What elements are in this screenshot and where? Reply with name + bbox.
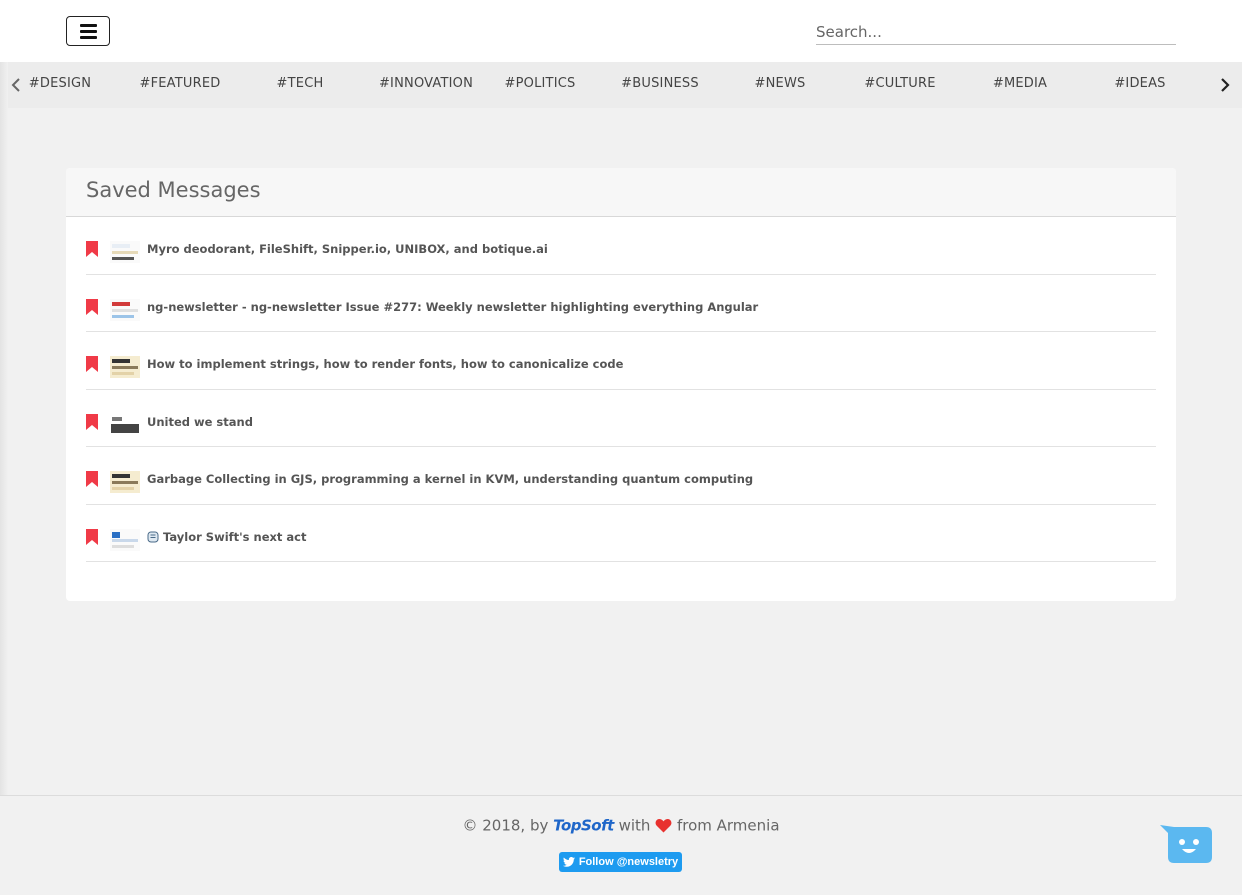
thumbnail-block (112, 308, 138, 312)
thumbnail-block (112, 538, 138, 542)
chat-bot-icon[interactable] (1160, 825, 1214, 865)
tag-culture[interactable]: #CULTURE (840, 76, 960, 91)
hamburger-icon-bar (79, 35, 97, 39)
bookmark-icon[interactable] (86, 356, 98, 372)
list-item[interactable]: Taylor Swift's next act (86, 505, 1156, 562)
follow-label: Follow @newsletry (578, 856, 679, 868)
topsoft-logo[interactable]: TopSoft (553, 817, 614, 835)
thumbnail-image (110, 241, 140, 263)
thumbnail-image (110, 528, 140, 551)
saved-messages-card: Saved Messages Myro deodorant, FileShift… (66, 168, 1176, 601)
thumbnail-image (110, 413, 140, 436)
tag-media[interactable]: #MEDIA (960, 76, 1080, 91)
item-title: How to implement strings, how to render … (147, 357, 624, 371)
tag-ideas[interactable]: #IDEAS (1080, 76, 1200, 91)
thumbnail-block (112, 487, 134, 490)
heart-icon (655, 818, 672, 833)
thumbnail-block (112, 251, 138, 254)
thumbnail-block (112, 359, 130, 363)
hamburger-icon-bar (79, 23, 97, 27)
thumbnail-block (112, 474, 130, 478)
thumbnail-block (112, 544, 134, 548)
bookmark-icon[interactable] (86, 241, 98, 257)
thumbnail-block (111, 423, 139, 433)
bookmark-icon[interactable] (86, 528, 98, 545)
bookmark-icon[interactable] (86, 298, 98, 315)
tag-carousel: #DESIGN #FEATURED #TECH #INNOVATION #POL… (0, 62, 1242, 108)
with-text: with (618, 816, 651, 835)
thumbnail-image (110, 356, 140, 378)
thumbnail-block (112, 481, 138, 484)
item-title: Garbage Collecting in GJS, programming a… (147, 472, 754, 486)
item-title-wrap: Taylor Swift's next act (147, 530, 306, 544)
saved-messages-list: Myro deodorant, FileShift, Snipper.io, U… (86, 217, 1156, 562)
twitter-bird-icon (562, 857, 575, 867)
page-footer: © 2018, by TopSoft with from Armenia Fol… (0, 795, 1242, 895)
thumbnail-block (112, 372, 134, 375)
thumbnail-block (112, 257, 134, 260)
search-input[interactable] (816, 20, 1176, 45)
card-header: Saved Messages (66, 168, 1176, 217)
list-item[interactable]: ng-newsletter - ng-newsletter Issue #277… (86, 275, 1156, 332)
thumbnail-block (112, 244, 130, 248)
footer-credit: © 2018, by TopSoft with from Armenia (0, 816, 1242, 835)
tag-innovation[interactable]: #INNOVATION (366, 76, 486, 91)
tag-tech[interactable]: #TECH (240, 76, 360, 91)
item-title: Myro deodorant, FileShift, Snipper.io, U… (147, 242, 548, 256)
item-title: ng-newsletter - ng-newsletter Issue #277… (147, 299, 759, 314)
bookmark-icon[interactable] (86, 413, 98, 430)
item-title: Taylor Swift's next act (163, 529, 307, 544)
thumbnail-block (112, 314, 134, 318)
copyright-text: © 2018, by (462, 816, 549, 835)
hamburger-icon-bar (79, 29, 97, 33)
thumbnail-block (112, 416, 122, 421)
hamburger-menu-button[interactable] (66, 16, 110, 46)
list-item[interactable]: Myro deodorant, FileShift, Snipper.io, U… (86, 217, 1156, 275)
tag-featured[interactable]: #FEATURED (120, 76, 240, 91)
top-navbar (0, 0, 1242, 62)
list-item[interactable]: How to implement strings, how to render … (86, 332, 1156, 390)
bookmark-icon[interactable] (86, 471, 98, 487)
tag-design[interactable]: #DESIGN (0, 76, 120, 91)
list-item[interactable]: Garbage Collecting in GJS, programming a… (86, 447, 1156, 505)
tag-business[interactable]: #BUSINESS (600, 76, 720, 91)
list-item[interactable]: United we stand (86, 390, 1156, 447)
thumbnail-image (110, 471, 140, 493)
thumbnail-block (112, 301, 130, 306)
chevron-right-icon[interactable] (1216, 76, 1234, 94)
from-text: from Armenia (676, 816, 780, 835)
tag-politics[interactable]: #POLITICS (480, 76, 600, 91)
thumbnail-image (110, 298, 140, 321)
page-title: Saved Messages (86, 178, 261, 202)
left-edge-shadow (0, 62, 8, 795)
newspaper-emoji-icon (147, 531, 159, 542)
twitter-follow-button[interactable]: Follow @newsletry (559, 852, 682, 872)
tag-news[interactable]: #NEWS (720, 76, 840, 91)
thumbnail-block (112, 531, 120, 538)
thumbnail-block (112, 366, 138, 369)
item-title: United we stand (147, 414, 253, 429)
